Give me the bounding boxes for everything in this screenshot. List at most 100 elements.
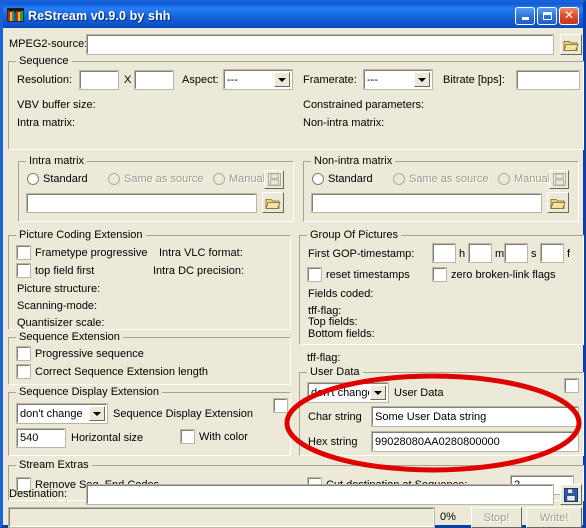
nonintra-matrix-path-input[interactable] bbox=[311, 193, 542, 213]
intra-same-as-source-radio[interactable]: Same as source bbox=[108, 173, 203, 185]
tff-flag-label-2: tff-flag: bbox=[307, 352, 341, 364]
minimize-icon bbox=[521, 17, 529, 20]
picture-coding-group-title: Picture Coding Extension bbox=[16, 229, 146, 241]
save-disk-icon bbox=[267, 173, 281, 186]
radio-icon bbox=[498, 173, 510, 185]
sequence-display-extension-group: Sequence Display Extension don't change … bbox=[8, 386, 291, 456]
zero-broken-link-flags-checkbox[interactable]: zero broken-link flags bbox=[432, 267, 556, 282]
gop-hours-unit: h bbox=[459, 248, 466, 260]
hex-string-input[interactable]: 99028080AA0280800000 bbox=[371, 431, 579, 452]
gop-frames-input[interactable] bbox=[540, 243, 564, 263]
chevron-down-icon[interactable] bbox=[370, 385, 386, 400]
zero-broken-link-flags-label: zero broken-link flags bbox=[451, 268, 556, 281]
nonintra-manual-radio[interactable]: Manual bbox=[498, 173, 550, 185]
sequence-display-extension-select[interactable]: don't change bbox=[16, 403, 108, 424]
gop-group-title: Group Of Pictures bbox=[307, 229, 402, 241]
close-button[interactable]: ✕ bbox=[559, 6, 579, 25]
vbv-buffer-size-label: VBV buffer size: bbox=[17, 99, 96, 111]
intra-standard-label: Standard bbox=[43, 173, 88, 185]
gop-hours-input[interactable] bbox=[432, 243, 456, 263]
aspect-select[interactable]: --- bbox=[223, 69, 293, 90]
user-data-enable-checkbox[interactable] bbox=[564, 378, 579, 393]
title-bar: ReStream v0.9.0 by shh ✕ bbox=[3, 3, 583, 28]
aspect-value: --- bbox=[227, 73, 238, 86]
nonintra-matrix-browse-button[interactable] bbox=[547, 192, 569, 213]
gop-minutes-input[interactable] bbox=[468, 243, 492, 263]
maximize-icon bbox=[542, 11, 552, 20]
nonintra-standard-label: Standard bbox=[328, 173, 373, 185]
intra-standard-radio[interactable]: Standard bbox=[27, 173, 88, 185]
user-data-group: User Data don't change User Data Char st… bbox=[299, 366, 584, 456]
framerate-select[interactable]: --- bbox=[363, 69, 433, 90]
user-data-group-title: User Data bbox=[307, 366, 363, 378]
progress-percent-label: 0% bbox=[440, 511, 456, 523]
stop-button[interactable]: Stop! bbox=[471, 507, 522, 528]
checkbox-icon bbox=[16, 364, 31, 379]
close-icon: ✕ bbox=[563, 8, 575, 22]
with-color-checkbox[interactable]: With color bbox=[180, 429, 248, 444]
client-area: MPEG2-source: Sequence Resolution: X Asp… bbox=[3, 28, 584, 528]
reset-timestamps-label: reset timestamps bbox=[326, 268, 410, 281]
stream-extras-group-title: Stream Extras bbox=[16, 459, 92, 471]
destination-label: Destination: bbox=[9, 488, 68, 500]
sequence-display-extension-enable-checkbox[interactable] bbox=[273, 398, 288, 413]
group-of-pictures-group: Group Of Pictures First GOP-timestamp: h… bbox=[299, 229, 584, 345]
app-window: ReStream v0.9.0 by shh ✕ MPEG2-source: S… bbox=[0, 0, 586, 528]
write-button[interactable]: Write! bbox=[526, 507, 582, 528]
gop-seconds-input[interactable] bbox=[504, 243, 528, 263]
resolution-height-input[interactable] bbox=[134, 70, 174, 90]
intra-matrix-browse-button[interactable] bbox=[262, 192, 284, 213]
top-fields-label: Top fields: bbox=[308, 316, 358, 328]
sequence-display-extension-value: don't change bbox=[20, 407, 83, 420]
intra-vlc-format-label: Intra VLC format: bbox=[159, 247, 243, 259]
resolution-width-input[interactable] bbox=[79, 70, 119, 90]
user-data-select[interactable]: don't change bbox=[307, 382, 389, 403]
picture-structure-label: Picture structure: bbox=[17, 283, 101, 295]
intra-dc-precision-label: Intra DC precision: bbox=[153, 265, 245, 277]
chevron-down-icon[interactable] bbox=[274, 72, 290, 87]
nonintra-standard-radio[interactable]: Standard bbox=[312, 173, 373, 185]
nonintra-same-as-source-radio[interactable]: Same as source bbox=[393, 173, 488, 185]
with-color-label: With color bbox=[199, 430, 248, 443]
intra-matrix-path-input[interactable] bbox=[26, 193, 257, 213]
sequence-display-extension-label: Sequence Display Extension bbox=[113, 408, 254, 420]
open-folder-icon bbox=[550, 198, 566, 209]
nonintra-matrix-group: Non-intra matrix Standard Same as source… bbox=[303, 155, 579, 222]
checkbox-icon bbox=[16, 263, 31, 278]
quantisizer-scale-label: Quantisizer scale: bbox=[17, 317, 105, 329]
nonintra-matrix-save-button[interactable] bbox=[549, 170, 569, 189]
char-string-input[interactable]: Some User Data string bbox=[371, 406, 579, 427]
intra-manual-radio[interactable]: Manual bbox=[213, 173, 265, 185]
destination-input[interactable] bbox=[86, 484, 554, 505]
mpeg2-source-browse-button[interactable] bbox=[560, 34, 582, 55]
progressive-sequence-checkbox[interactable]: Progressive sequence bbox=[16, 346, 144, 361]
resolution-label: Resolution: bbox=[17, 74, 73, 86]
destination-save-button[interactable] bbox=[560, 484, 582, 505]
framerate-label: Framerate: bbox=[303, 74, 357, 86]
intra-matrix-save-button[interactable] bbox=[264, 170, 284, 189]
top-field-first-checkbox[interactable]: top field first bbox=[16, 263, 94, 278]
nonintra-same-as-source-label: Same as source bbox=[409, 173, 489, 185]
horizontal-size-input[interactable]: 540 bbox=[16, 428, 66, 448]
chevron-down-icon[interactable] bbox=[89, 406, 105, 421]
intra-matrix-group: Intra matrix Standard Same as source Man… bbox=[18, 155, 294, 222]
horizontal-size-label: Horizontal size bbox=[71, 432, 144, 444]
intra-same-as-source-label: Same as source bbox=[124, 173, 204, 185]
picture-coding-extension-group: Picture Coding Extension Frametype progr… bbox=[8, 229, 291, 330]
progressive-sequence-label: Progressive sequence bbox=[35, 347, 144, 360]
reset-timestamps-checkbox[interactable]: reset timestamps bbox=[307, 267, 410, 282]
fields-coded-label: Fields coded: bbox=[308, 288, 374, 300]
correct-sequence-extension-length-checkbox[interactable]: Correct Sequence Extension length bbox=[16, 364, 208, 379]
checkbox-icon bbox=[180, 429, 195, 444]
maximize-button[interactable] bbox=[537, 6, 557, 25]
mpeg2-source-input[interactable] bbox=[86, 34, 554, 55]
frametype-progressive-checkbox[interactable]: Frametype progressive bbox=[16, 245, 148, 260]
bitrate-input[interactable] bbox=[516, 70, 580, 90]
aspect-label: Aspect: bbox=[182, 74, 219, 86]
constrained-parameters-label: Constrained parameters: bbox=[303, 99, 425, 111]
framerate-value: --- bbox=[367, 73, 378, 86]
minimize-button[interactable] bbox=[515, 6, 535, 25]
progress-bar bbox=[8, 507, 435, 528]
chevron-down-icon[interactable] bbox=[414, 72, 430, 87]
gop-minutes-unit: m bbox=[495, 248, 505, 260]
